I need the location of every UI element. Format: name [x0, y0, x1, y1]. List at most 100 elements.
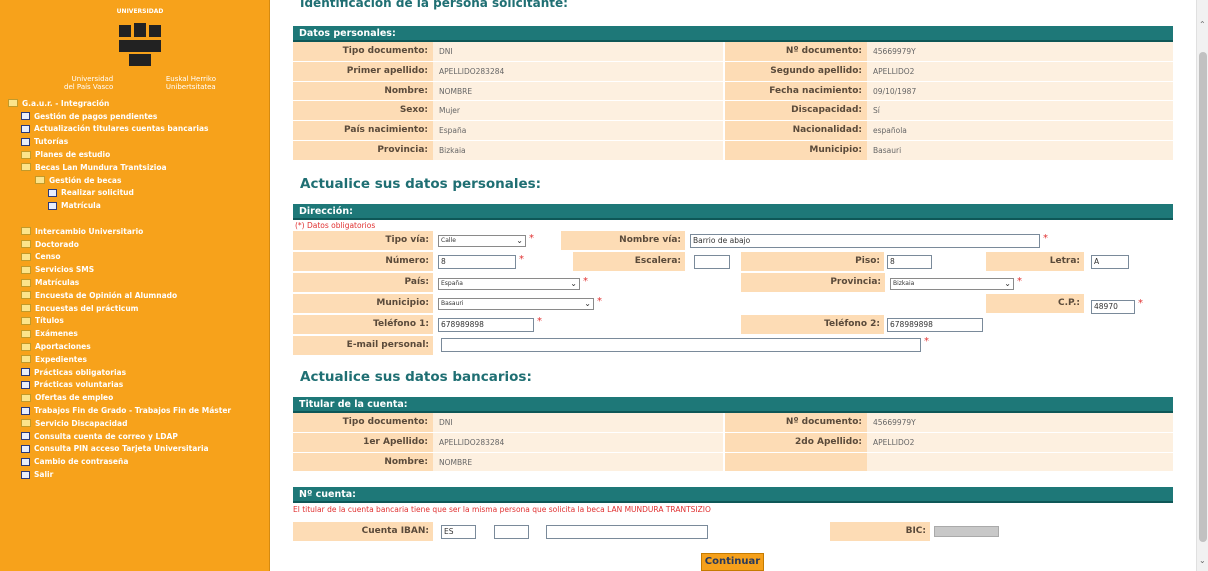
municipio-label: Municipio:: [376, 298, 429, 308]
sidebar-item[interactable]: Gestión de pagos pendientes: [8, 110, 268, 123]
letra-input[interactable]: A: [1091, 255, 1129, 269]
telefono-1-input[interactable]: 678989898: [438, 318, 534, 332]
sidebar-item[interactable]: Consulta cuenta de correo y LDAP: [8, 430, 268, 443]
continue-button[interactable]: Continuar: [701, 553, 764, 571]
field-label: Segundo apellido:: [725, 61, 867, 81]
scroll-thumb[interactable]: [1199, 52, 1207, 542]
sidebar-item[interactable]: Tutorías: [8, 135, 268, 148]
sidebar-item[interactable]: G.a.u.r. - Integración: [8, 97, 268, 110]
address-row-5: Teléfono 1: 678989898 * Teléfono 2: 6789…: [293, 315, 1173, 336]
field-value: APELLIDO283284: [433, 61, 723, 81]
sidebar-item-label: Prácticas voluntarias: [34, 380, 124, 390]
info-row: Tipo documento: DNI Nº documento: 45669979Y: [293, 42, 1173, 62]
sidebar-item[interactable]: Realizar solicitud: [8, 187, 268, 200]
provincia-label: Provincia:: [830, 277, 881, 287]
sidebar-item[interactable]: Trabajos Fin de Grado - Trabajos Fin de …: [8, 404, 268, 417]
escalera-input[interactable]: [694, 255, 730, 269]
iban-country-input[interactable]: ES: [441, 525, 476, 539]
sidebar-item[interactable]: Servicio Discapacidad: [8, 417, 268, 430]
document-icon: [21, 432, 30, 441]
sidebar-item[interactable]: Matrículas: [8, 276, 268, 289]
sidebar: UNIVERSIDAD Universidad del País Vasco Eu…: [0, 0, 270, 571]
folder-icon: [21, 240, 31, 249]
account-holder-section: Titular de la cuenta: Tipo documento: DNI…: [293, 397, 1173, 473]
cp-input[interactable]: 48970: [1091, 300, 1135, 314]
sidebar-item[interactable]: Encuesta de Opinión al Alumnado: [8, 289, 268, 302]
logo-text-es-1: Universidad: [71, 75, 114, 83]
sidebar-item[interactable]: Planes de estudio: [8, 148, 268, 161]
account-holder-header: Titular de la cuenta:: [293, 397, 1173, 413]
address-row-4: Municipio: Basauri ⌄ * C.P.: 48970 *: [293, 294, 1173, 315]
sidebar-item-label: Matrículas: [35, 278, 80, 288]
sidebar-item[interactable]: Ofertas de empleo: [8, 391, 268, 404]
pais-select[interactable]: España ⌄: [438, 278, 580, 290]
sidebar-item[interactable]: Doctorado: [8, 238, 268, 251]
sidebar-item[interactable]: Aportaciones: [8, 340, 268, 353]
sidebar-item[interactable]: Prácticas obligatorias: [8, 366, 268, 379]
scrollbar[interactable]: ⌃ ⌄: [1196, 0, 1208, 571]
document-icon: [21, 368, 30, 377]
telefono-2-input[interactable]: 678989898: [887, 318, 983, 332]
document-icon: [21, 470, 30, 479]
bic-field: [934, 526, 999, 537]
iban-check-input[interactable]: [494, 525, 529, 539]
scroll-down-icon[interactable]: ⌄: [1199, 556, 1206, 565]
piso-input[interactable]: 8: [887, 255, 932, 269]
sidebar-item[interactable]: Becas Lan Mundura Trantsizioa: [8, 161, 268, 174]
account-note: El titular de la cuenta bancaria tiene q…: [293, 505, 711, 514]
sidebar-item[interactable]: Servicios SMS: [8, 263, 268, 276]
provincia-select[interactable]: Bizkaia ⌄: [890, 278, 1014, 290]
field-value: España: [433, 121, 723, 140]
sidebar-item[interactable]: Cambio de contraseña: [8, 455, 268, 468]
sidebar-item[interactable]: Expedientes: [8, 353, 268, 366]
field-value: APELLIDO2: [867, 432, 1173, 452]
sidebar-item[interactable]: Exámenes: [8, 327, 268, 340]
logo-text-eu-2: Unibertsitatea: [165, 83, 216, 91]
municipio-select[interactable]: Basauri ⌄: [438, 298, 594, 310]
field-value: DNI: [433, 413, 723, 432]
sidebar-item[interactable]: Salir: [8, 468, 268, 481]
folder-icon: [21, 355, 31, 364]
scroll-up-icon[interactable]: ⌃: [1199, 20, 1206, 29]
sidebar-item: [8, 212, 268, 225]
sidebar-item-label: Tutorías: [34, 137, 69, 147]
address-row-3: País: España ⌄ * Provincia: Bizkaia ⌄ *: [293, 273, 1173, 294]
account-number-header: Nº cuenta:: [293, 487, 1173, 503]
sidebar-item[interactable]: Consulta PIN acceso Tarjeta Universitari…: [8, 443, 268, 456]
sidebar-item[interactable]: Títulos: [8, 315, 268, 328]
tipo-via-select[interactable]: Calle ⌄: [438, 235, 526, 247]
sidebar-item-label: Prácticas obligatorias: [34, 367, 127, 377]
sidebar-item[interactable]: Prácticas voluntarias: [8, 379, 268, 392]
nombre-via-input[interactable]: Barrio de abajo: [690, 234, 1040, 248]
address-section: Dirección: (*) Datos obligatorios Tipo v…: [293, 204, 1173, 357]
university-logo[interactable]: UNIVERSIDAD Universidad del País Vasco Eu…: [60, 8, 220, 91]
sidebar-item-label: Consulta cuenta de correo y LDAP: [34, 431, 178, 441]
chevron-down-icon: ⌄: [584, 299, 591, 308]
sidebar-item-label: Doctorado: [35, 239, 79, 249]
sidebar-item-label: Actualización titulares cuentas bancaria…: [34, 124, 209, 134]
chevron-down-icon: ⌄: [516, 236, 523, 245]
folder-icon: [21, 291, 31, 300]
cp-label: C.P.:: [1058, 298, 1080, 308]
info-row: Sexo: Mujer Discapacidad: Sí: [293, 101, 1173, 122]
address-row-1: Tipo vía: Calle ⌄ * Nombre vía: Barrio de…: [293, 231, 1173, 252]
sidebar-item-label: Gestión de becas: [49, 175, 122, 185]
field-label: Tipo documento:: [293, 413, 433, 432]
sidebar-item-label: Consulta PIN acceso Tarjeta Universitari…: [34, 444, 209, 454]
email-label: E-mail personal:: [346, 340, 429, 350]
sidebar-item[interactable]: Matrícula: [8, 199, 268, 212]
email-input[interactable]: [441, 338, 921, 352]
iban-number-input[interactable]: [546, 525, 708, 539]
sidebar-item[interactable]: Encuestas del prácticum: [8, 302, 268, 315]
field-value: APELLIDO283284: [433, 432, 723, 452]
sidebar-item[interactable]: Actualización titulares cuentas bancaria…: [8, 123, 268, 136]
sidebar-item[interactable]: Intercambio Universitario: [8, 225, 268, 238]
folder-icon: [21, 163, 31, 172]
chevron-down-icon: ⌄: [570, 279, 577, 288]
field-label: Provincia:: [293, 140, 433, 160]
sidebar-item[interactable]: Gestión de becas: [8, 174, 268, 187]
sidebar-item[interactable]: Censo: [8, 251, 268, 264]
numero-input[interactable]: 8: [438, 255, 516, 269]
document-icon: [21, 406, 30, 415]
info-row: País nacimiento: España Nacionalidad: españ…: [293, 121, 1173, 141]
